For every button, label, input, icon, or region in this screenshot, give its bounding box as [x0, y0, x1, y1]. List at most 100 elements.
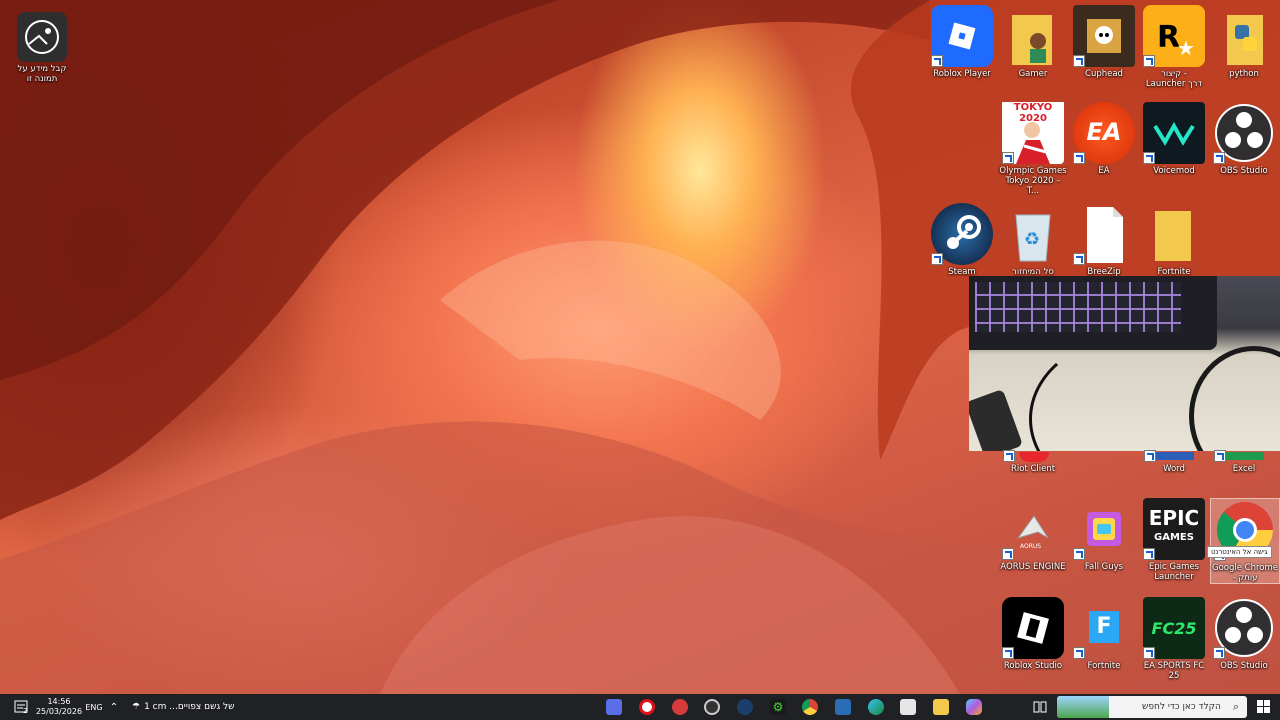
taskbar-copilot[interactable] [964, 694, 984, 720]
chrome-label: Google Chrome - עותק [1211, 563, 1279, 583]
python-label: python [1229, 69, 1259, 79]
webcam-overlay [969, 276, 1280, 451]
desktop-icon-obs-bottom[interactable]: OBS Studio [1210, 597, 1278, 671]
excel-icon [1210, 450, 1278, 462]
task-view-button[interactable] [1030, 694, 1050, 720]
desktop-icon-chrome[interactable]: Google Chrome - עותק [1210, 498, 1280, 584]
fc25-label: EA SPORTS FC 25 [1143, 661, 1205, 681]
desktop-icon-fortnite[interactable]: F Fortnite [1070, 597, 1138, 671]
rockstar-label: קיצור - Launcher דרך [1145, 69, 1203, 89]
fc25-glyph: FC25 [1151, 619, 1197, 638]
riot-icon [999, 450, 1067, 462]
start-button[interactable] [1254, 694, 1274, 720]
keyboard-image [969, 276, 1217, 350]
task-view-icon [1033, 701, 1047, 713]
edge-icon [868, 699, 884, 715]
app-icon [606, 699, 622, 715]
desktop-icon-voicemod[interactable]: Voicemod [1140, 102, 1208, 176]
folder-icon [1143, 203, 1205, 265]
taskbar-razer[interactable]: ⚙ [768, 694, 788, 720]
taskbar-store[interactable] [898, 694, 918, 720]
taskbar-steam[interactable] [735, 694, 755, 720]
fortnite-icon: F [1073, 597, 1135, 659]
notification-center-button[interactable]: 2 [10, 694, 32, 720]
olympic-label: Olympic Games Tokyo 2020 – T... [999, 166, 1067, 196]
taskbar-edge[interactable] [866, 694, 886, 720]
rockstar-icon: R ★ [1143, 5, 1205, 67]
language-indicator[interactable]: ENG [84, 694, 104, 720]
olympic-games-icon: TOKYO 2020 [1002, 102, 1064, 164]
desktop-icon-olympic[interactable]: TOKYO 2020 Olympic Games Tokyo 2020 – T.… [999, 102, 1067, 196]
taskbar-app-3[interactable] [670, 694, 690, 720]
excel-label: Excel [1232, 464, 1256, 474]
roblox-studio-label: Roblox Studio [1003, 661, 1063, 671]
svg-text:AORUS: AORUS [1020, 543, 1041, 550]
word-icon [1140, 450, 1208, 462]
svg-text:♻: ♻ [1024, 229, 1040, 250]
epic-glyph-top: EPIC [1148, 506, 1200, 530]
aorus-icon: AORUS [1002, 498, 1064, 560]
taskbar-app-1[interactable] [604, 694, 624, 720]
voicemod-icon [1143, 102, 1205, 164]
desktop-icon-epic[interactable]: EPIC GAMES Epic Games Launcher [1140, 498, 1208, 582]
desktop-icon-fc25[interactable]: FC25 EA SPORTS FC 25 [1140, 597, 1208, 681]
desktop-icon-roblox-studio[interactable]: Roblox Studio [999, 597, 1067, 671]
clock[interactable]: 14:56 25/03/2026 [36, 694, 82, 720]
desktop-icon-ea[interactable]: EA EA [1070, 102, 1138, 176]
desktop-icon-photo-info[interactable]: קבל מידע על תמונה זו [8, 12, 76, 84]
desktop-icon-fallguys[interactable]: Fall Guys [1070, 498, 1138, 572]
aorus-label: AORUS ENGINE [1000, 562, 1066, 572]
shortcut-arrow-icon [1002, 647, 1014, 659]
store-icon [900, 699, 916, 715]
desktop-icon-excel[interactable]: Excel [1210, 450, 1278, 474]
desktop-icon-fortnite-ch5[interactable]: Fortnite Chapter 5 [1140, 203, 1208, 287]
shortcut-arrow-icon [1002, 152, 1014, 164]
obs-icon [1213, 102, 1275, 164]
desktop-icon-breezip[interactable]: BreeZip [1070, 203, 1138, 277]
fortnite-glyph: F [1089, 611, 1119, 643]
recycle-bin-icon: ♻ [1002, 203, 1064, 265]
shortcut-arrow-icon [931, 55, 943, 67]
fall-guys-icon [1073, 498, 1135, 560]
cuphead-icon [1073, 5, 1135, 67]
taskbar-chrome[interactable] [800, 694, 820, 720]
rain-cloud-icon: ☂ [132, 702, 141, 712]
obs-bottom-label: OBS Studio [1220, 661, 1268, 671]
taskbar-opera[interactable] [637, 694, 657, 720]
taskbar-app-8[interactable] [833, 694, 853, 720]
shortcut-arrow-icon [1073, 253, 1085, 265]
taskbar-search[interactable]: הקלד כאן כדי לחפש ⌕ [1057, 696, 1247, 718]
word-label: Word [1163, 464, 1185, 474]
show-hidden-icons-button[interactable]: ⌃ [106, 694, 122, 720]
weather-widget[interactable]: ☂ 1 cm ...של גשם צפויים [132, 694, 252, 720]
desktop-icon-rockstar[interactable]: R ★ קיצור - Launcher דרך [1140, 5, 1208, 89]
shortcut-arrow-icon [931, 253, 943, 265]
desktop-icon-python[interactable]: python [1210, 5, 1278, 79]
taskbar-app-4[interactable] [702, 694, 722, 720]
photo-info-icon [17, 12, 67, 62]
shortcut-arrow-icon [1002, 548, 1014, 560]
taskbar-file-explorer[interactable] [931, 694, 951, 720]
fortnite-label: Fortnite [1087, 661, 1121, 671]
ea-glyph: EA [1086, 118, 1122, 146]
desktop-icon-aorus[interactable]: AORUS AORUS ENGINE [999, 498, 1067, 572]
shortcut-arrow-icon [1003, 450, 1015, 462]
ea-label: EA [1098, 166, 1110, 176]
desktop-icon-riot[interactable]: Riot Client [999, 450, 1067, 474]
clock-date: 25/03/2026 [35, 707, 83, 716]
desktop-icon-roblox-player[interactable]: Roblox Player [928, 5, 996, 79]
desktop-icon-steam[interactable]: Steam [928, 203, 996, 277]
weather-text: 1 cm ...של גשם צפויים [144, 702, 235, 712]
desktop-icon-cuphead[interactable]: Cuphead [1070, 5, 1138, 79]
desktop-icon-word[interactable]: Word [1140, 450, 1208, 474]
shortcut-arrow-icon [1144, 450, 1156, 462]
razer-icon: ⚙ [770, 699, 786, 715]
ea-icon: EA [1073, 102, 1135, 164]
desktop-icon-gamer[interactable]: Gamer [999, 5, 1067, 79]
notification-badge: 2 [23, 707, 28, 715]
shortcut-arrow-icon [1143, 647, 1155, 659]
clock-time: 14:56 [47, 697, 71, 706]
app-icon [672, 699, 688, 715]
desktop-icon-recycle[interactable]: ♻ סל המיחזור [999, 203, 1067, 277]
desktop-icon-obs-top[interactable]: OBS Studio [1210, 102, 1278, 176]
